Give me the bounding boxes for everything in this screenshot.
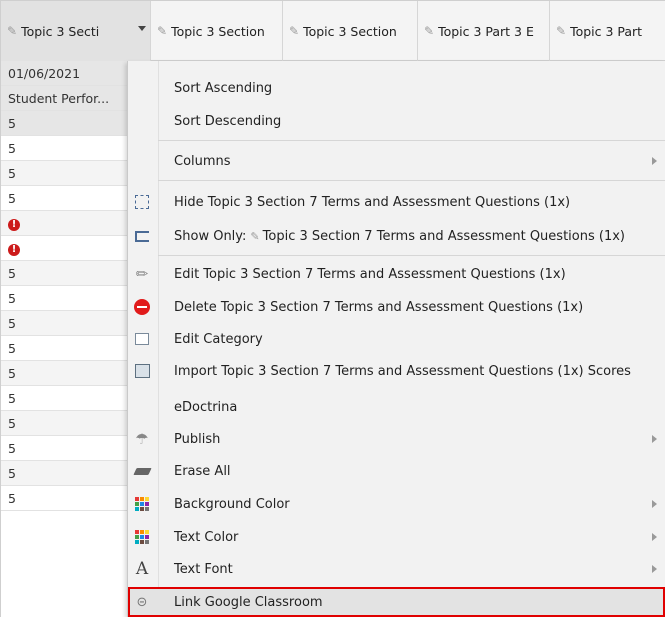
- color-palette-icon: [133, 528, 151, 546]
- column-header[interactable]: ✎ Topic 3 Part: [550, 1, 665, 61]
- column-header-row: ✎ Topic 3 Secti ✎ Topic 3 Section ✎ Topi…: [1, 1, 665, 61]
- submenu-arrow-icon: [652, 565, 657, 573]
- font-icon: A: [135, 559, 149, 579]
- menu-item-label: Import Topic 3 Section 7 Terms and Asses…: [174, 363, 631, 379]
- menu-divider: [158, 180, 665, 181]
- color-palette-icon: [133, 495, 151, 513]
- show-only-prefix: Show Only:: [174, 228, 247, 244]
- menu-item-label: Text Font: [174, 561, 233, 577]
- publish-icon: ☂: [135, 430, 149, 448]
- show-only-icon: [133, 227, 151, 245]
- column-header-topic3-active[interactable]: ✎ Topic 3 Secti: [1, 1, 151, 61]
- menu-item-label: Hide Topic 3 Section 7 Terms and Assessm…: [174, 194, 571, 210]
- menu-item-link-google-classroom[interactable]: ⊝ Link Google Classroom: [128, 587, 665, 617]
- column-header[interactable]: ✎ Topic 3 Section: [151, 1, 283, 61]
- menu-item-delete-column[interactable]: Delete Topic 3 Section 7 Terms and Asses…: [128, 295, 665, 319]
- link-icon: ⊝: [136, 594, 148, 610]
- hide-column-icon: [133, 193, 151, 211]
- column-header-label: Topic 3 Part 3 E: [438, 23, 534, 39]
- menu-item-label: Delete Topic 3 Section 7 Terms and Asses…: [174, 299, 584, 315]
- menu-item-label: Show Only: ✎ Topic 3 Section 7 Terms and A…: [174, 229, 625, 244]
- menu-item-label: Sort Descending: [174, 113, 282, 129]
- submenu-arrow-icon: [652, 533, 657, 541]
- menu-item-import-scores[interactable]: Import Topic 3 Section 7 Terms and Asses…: [128, 359, 665, 383]
- import-icon: [133, 362, 151, 380]
- pencil-icon: ✎: [157, 24, 168, 38]
- column-header-label: Topic 3 Secti: [21, 23, 100, 39]
- menu-item-show-only[interactable]: Show Only: ✎ Topic 3 Section 7 Terms and A…: [128, 224, 665, 248]
- menu-item-label: Sort Ascending: [174, 80, 273, 96]
- alert-icon: !: [8, 218, 20, 231]
- pencil-icon: ✏: [135, 265, 149, 283]
- menu-item-label: Background Color: [174, 496, 290, 512]
- menu-item-publish[interactable]: ☂ Publish: [128, 427, 665, 451]
- alert-icon: !: [8, 243, 20, 256]
- menu-item-hide-column[interactable]: Hide Topic 3 Section 7 Terms and Assessm…: [128, 190, 665, 214]
- menu-item-label: Edit Topic 3 Section 7 Terms and Assessm…: [174, 266, 566, 282]
- column-header-label: Topic 3 Section: [303, 23, 397, 39]
- menu-item-label: Edit Category: [174, 331, 263, 347]
- submenu-arrow-icon: [652, 500, 657, 508]
- pencil-icon: ✎: [250, 229, 260, 243]
- menu-item-erase-all[interactable]: Erase All: [128, 459, 665, 483]
- menu-item-label: Publish: [174, 431, 221, 447]
- menu-item-text-font[interactable]: A Text Font: [128, 557, 665, 581]
- menu-item-text-color[interactable]: Text Color: [128, 525, 665, 549]
- dropdown-caret-icon[interactable]: [138, 26, 146, 31]
- show-only-column-name: Topic 3 Section 7 Terms and Assessment Q…: [262, 228, 625, 244]
- menu-item-background-color[interactable]: Background Color: [128, 492, 665, 516]
- pencil-icon: ✎: [289, 24, 300, 38]
- pencil-icon: ✎: [7, 24, 18, 38]
- menu-divider: [158, 255, 665, 256]
- menu-divider: [158, 140, 665, 141]
- menu-item-edit-category[interactable]: Edit Category: [128, 327, 665, 351]
- menu-item-label: eDoctrina: [174, 399, 238, 415]
- menu-item-columns[interactable]: Columns: [128, 149, 665, 173]
- submenu-arrow-icon: [652, 435, 657, 443]
- edit-category-icon: [133, 330, 151, 348]
- menu-item-label: Link Google Classroom: [174, 594, 323, 610]
- menu-item-label: Columns: [174, 153, 231, 169]
- column-header[interactable]: ✎ Topic 3 Section: [283, 1, 418, 61]
- menu-item-label: Text Color: [174, 529, 239, 545]
- menu-item-edit-column[interactable]: ✏ Edit Topic 3 Section 7 Terms and Asses…: [128, 262, 665, 286]
- menu-item-sort-descending[interactable]: Sort Descending: [128, 109, 665, 133]
- pencil-icon: ✎: [424, 24, 435, 38]
- menu-item-edoctrina[interactable]: eDoctrina: [128, 395, 665, 419]
- menu-item-label: Erase All: [174, 463, 231, 479]
- menu-item-sort-ascending[interactable]: Sort Ascending: [128, 76, 665, 100]
- eraser-icon: [132, 462, 152, 480]
- column-header-label: Topic 3 Part: [570, 23, 643, 39]
- pencil-icon: ✎: [556, 24, 567, 38]
- submenu-arrow-icon: [652, 157, 657, 165]
- column-header-label: Topic 3 Section: [171, 23, 265, 39]
- column-context-menu: Sort Ascending Sort Descending Columns H…: [127, 61, 665, 617]
- delete-icon: [133, 298, 151, 316]
- column-header[interactable]: ✎ Topic 3 Part 3 E: [418, 1, 550, 61]
